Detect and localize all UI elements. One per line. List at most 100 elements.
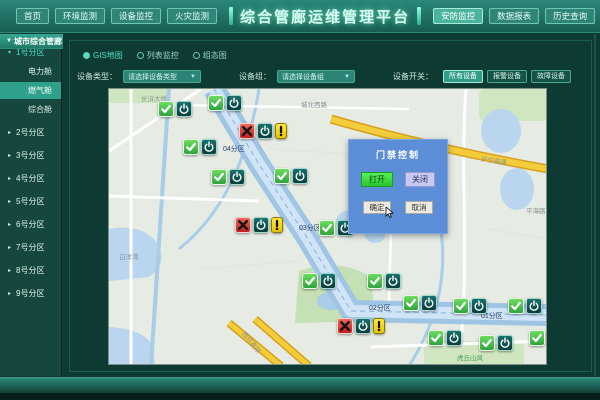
sidebar-item[interactable]: ▸ 3号分区 <box>0 147 61 164</box>
power-icon[interactable] <box>229 169 245 185</box>
power-icon[interactable] <box>385 273 401 289</box>
power-icon[interactable] <box>226 95 242 111</box>
device-filter-label: 故障设备 <box>537 73 565 80</box>
tree-arrow-icon: ▸ <box>8 267 16 274</box>
tree-arrow-icon: ▼ <box>6 38 14 44</box>
power-icon[interactable] <box>257 123 273 139</box>
sidebar-item[interactable]: ▸ 5号分区 <box>0 193 61 210</box>
device-marker-ok[interactable] <box>158 101 192 117</box>
power-icon[interactable] <box>355 318 371 334</box>
view-mode-radio[interactable]: GIS地图 <box>83 50 123 61</box>
power-icon[interactable] <box>421 295 437 311</box>
device-switch-label: 设备开关： <box>393 71 433 82</box>
cancel-label: 取消 <box>412 203 427 212</box>
chevron-down-icon: ▼ <box>344 74 350 80</box>
device-filter-button[interactable]: 故障设备 <box>531 70 571 83</box>
status-ok-icon <box>183 139 199 155</box>
device-marker-ok[interactable] <box>508 298 542 314</box>
power-icon[interactable] <box>497 335 513 351</box>
dialog-title: 门禁控制 <box>349 148 447 161</box>
nav-right: 安防监控数据报表历史查询用户管理 <box>433 8 600 25</box>
power-icon[interactable] <box>526 298 542 314</box>
confirm-button[interactable]: 确定 <box>363 201 391 214</box>
tree-arrow-icon: ▸ <box>8 290 16 297</box>
warning-icon <box>373 318 385 334</box>
view-mode-radio[interactable]: 组态图 <box>193 50 227 61</box>
device-marker-ok[interactable] <box>274 168 308 184</box>
status-ok-icon <box>367 273 383 289</box>
nav-button[interactable]: 火灾监测 <box>167 8 217 25</box>
view-mode-label: 组态图 <box>203 50 227 61</box>
sidebar-item-label: 燃气舱 <box>28 85 52 96</box>
nav-button-label: 安防监控 <box>441 11 475 21</box>
power-icon[interactable] <box>320 273 336 289</box>
device-filter-button[interactable]: 所有设备 <box>443 70 483 83</box>
power-icon[interactable] <box>253 217 269 233</box>
status-ok-icon <box>403 295 419 311</box>
status-ok-icon <box>508 298 524 314</box>
warning-icon <box>271 217 283 233</box>
power-icon[interactable] <box>446 330 462 346</box>
device-marker-alarm[interactable] <box>235 217 283 233</box>
sidebar-item[interactable]: 电力舱 <box>0 63 61 80</box>
device-marker-ok[interactable] <box>183 139 217 155</box>
status-ok-icon <box>274 168 290 184</box>
nav-button[interactable]: 历史查询 <box>545 8 595 25</box>
device-marker-ok[interactable] <box>367 273 401 289</box>
device-filter-button[interactable]: 报警设备 <box>487 70 527 83</box>
device-marker-alarm[interactable] <box>239 123 287 139</box>
device-marker-ok[interactable] <box>479 335 513 351</box>
view-mode-label: 列表监控 <box>147 50 179 61</box>
sidebar-item[interactable]: 综合舱 <box>0 101 61 118</box>
device-marker-ok[interactable] <box>428 330 462 346</box>
status-alarm-icon <box>235 217 251 233</box>
status-ok-icon <box>158 101 174 117</box>
sidebar-item[interactable]: ▸ 4号分区 <box>0 170 61 187</box>
device-marker-ok[interactable] <box>302 273 336 289</box>
nav-button-label: 历史查询 <box>553 11 587 21</box>
nav-button[interactable]: 设备监控 <box>111 8 161 25</box>
view-mode-radio[interactable]: 列表监控 <box>137 50 179 61</box>
open-door-button[interactable]: 打开 <box>361 172 393 187</box>
zone-label: 04分区 <box>223 144 245 154</box>
tree-arrow-icon: ▸ <box>8 244 16 251</box>
nav-button[interactable]: 首页 <box>16 8 49 25</box>
device-marker-ok[interactable] <box>403 295 437 311</box>
app-window: 首页环境监测设备监控火灾监测 综合管廊运维管理平台 安防监控数据报表历史查询用户… <box>0 0 600 400</box>
sidebar-item[interactable]: ▸ 7号分区 <box>0 239 61 256</box>
power-icon[interactable] <box>201 139 217 155</box>
tree-arrow-icon: ▸ <box>8 175 16 182</box>
nav-button[interactable]: 环境监测 <box>55 8 105 25</box>
sidebar-item[interactable]: ▸ 2号分区 <box>0 124 61 141</box>
power-icon[interactable] <box>292 168 308 184</box>
device-marker-ok[interactable] <box>208 95 242 111</box>
device-marker-ok[interactable] <box>211 169 245 185</box>
device-marker-ok[interactable] <box>529 330 547 346</box>
sidebar-item[interactable]: 燃气舱 <box>0 82 61 99</box>
power-icon[interactable] <box>176 101 192 117</box>
power-icon[interactable] <box>471 298 487 314</box>
nav-button-label: 数据报表 <box>497 11 531 21</box>
sidebar-item-label: 6号分区 <box>16 219 44 230</box>
device-type-value: 请选择设备类型 <box>128 72 177 82</box>
nav-button-label: 环境监测 <box>63 11 97 21</box>
sidebar-item[interactable]: ▸ 8号分区 <box>0 262 61 279</box>
sidebar-item[interactable]: ▸ 9号分区 <box>0 285 61 302</box>
device-marker-alarm[interactable] <box>337 318 385 334</box>
radio-dot-icon <box>137 52 144 59</box>
device-marker-ok[interactable] <box>453 298 487 314</box>
status-ok-icon <box>529 330 545 346</box>
device-type-select[interactable]: 请选择设备类型 ▼ <box>123 70 201 83</box>
device-filter-label: 所有设备 <box>449 73 477 80</box>
close-door-button[interactable]: 关闭 <box>405 172 435 187</box>
map-place-label: 白洋湾 <box>119 251 139 261</box>
sidebar-item-label: 2号分区 <box>16 127 44 138</box>
sidebar-item-label: 电力舱 <box>28 66 52 77</box>
status-ok-icon <box>319 220 335 236</box>
device-group-select[interactable]: 请选择设备组 ▼ <box>277 70 355 83</box>
nav-button[interactable]: 安防监控 <box>433 8 483 25</box>
nav-button[interactable]: 数据报表 <box>489 8 539 25</box>
gis-map[interactable]: 长浒大桥城北西路白洋湾西环高架虎丘山风平海路沪宁高速 04分区03分区02分区0… <box>108 88 547 365</box>
cancel-button[interactable]: 取消 <box>405 201 433 214</box>
sidebar-item[interactable]: ▸ 6号分区 <box>0 216 61 233</box>
